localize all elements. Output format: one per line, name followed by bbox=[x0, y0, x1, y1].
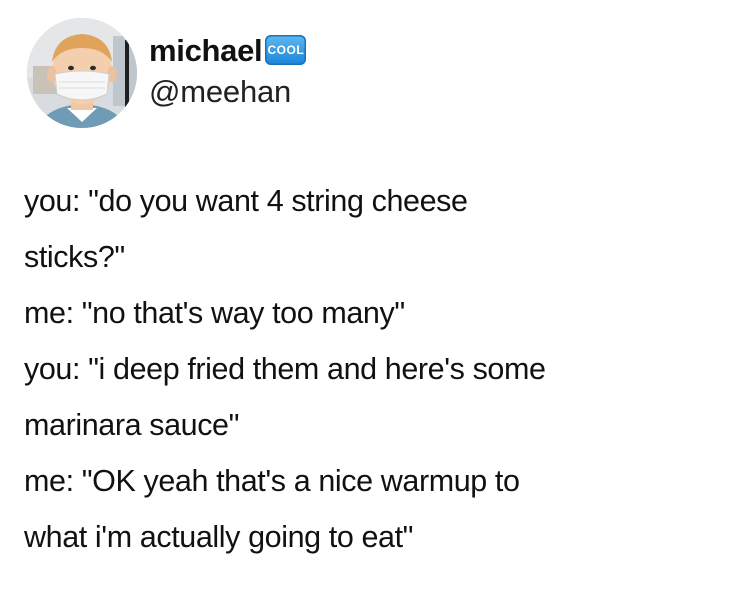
tweet-line: you: "do you want 4 string cheese bbox=[24, 184, 468, 218]
cool-badge-text: COOL bbox=[267, 43, 305, 57]
tweet-line: me: "OK yeah that's a nice warmup to bbox=[24, 464, 520, 498]
tweet-line: you: "i deep fried them and here's some bbox=[24, 352, 546, 386]
tweet-text: you: "do you want 4 string cheese sticks… bbox=[24, 173, 734, 565]
user-handle[interactable]: @meehan bbox=[149, 74, 306, 110]
author-names: michael COOL @meehan bbox=[149, 32, 307, 110]
tweet-line: marinara sauce" bbox=[24, 408, 240, 442]
display-name-row: michael COOL bbox=[149, 32, 307, 70]
tweet-line: sticks?" bbox=[24, 240, 125, 274]
tweet-header: michael COOL @meehan bbox=[27, 18, 307, 128]
avatar[interactable] bbox=[27, 18, 137, 128]
display-name[interactable]: michael bbox=[149, 33, 263, 69]
avatar-image bbox=[27, 18, 137, 128]
tweet-line: what i'm actually going to eat" bbox=[24, 520, 414, 554]
cool-button-emoji-icon: COOL bbox=[265, 35, 307, 65]
tweet-line: me: "no that's way too many" bbox=[24, 296, 405, 330]
tweet-card: michael COOL @meehan you: "do you want 4… bbox=[0, 0, 750, 600]
